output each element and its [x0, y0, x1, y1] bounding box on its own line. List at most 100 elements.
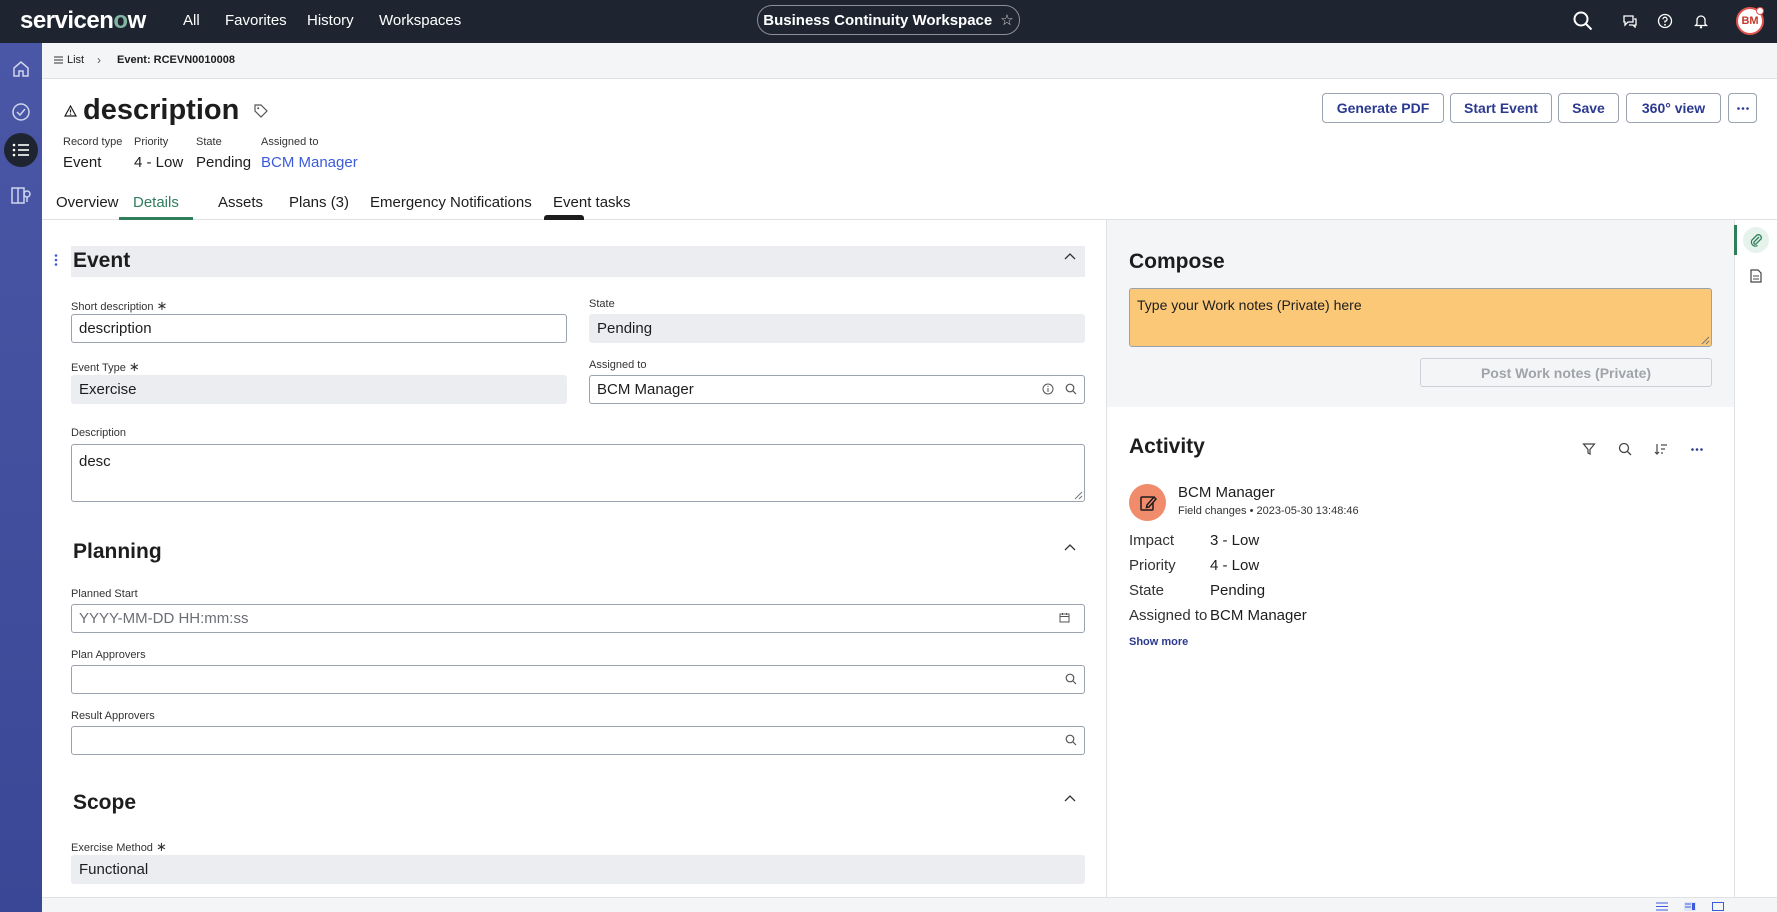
warning-icon [64, 104, 77, 117]
breadcrumb: List › Event: RCEVN0010008 [42, 43, 1777, 79]
layout-list-icon[interactable] [1656, 902, 1668, 911]
more-icon[interactable] [1686, 438, 1708, 460]
search-icon[interactable] [1571, 9, 1595, 33]
view-360-button[interactable]: 360° view [1626, 93, 1721, 123]
check-circle-icon[interactable] [7, 98, 35, 126]
planned-start-field[interactable]: YYYY-MM-DD HH:mm:ss [71, 604, 1085, 633]
meta-label: Assigned to [261, 136, 319, 148]
state-label: State [589, 298, 615, 310]
layout-split-icon[interactable] [1684, 902, 1696, 911]
work-notes-input[interactable]: Type your Work notes (Private) here [1129, 288, 1712, 347]
servicenow-logo[interactable]: servicenow [20, 7, 146, 35]
ellipsis-icon [1736, 106, 1749, 110]
nav-workspaces[interactable]: Workspaces [379, 12, 461, 29]
help-icon[interactable] [1653, 9, 1677, 33]
event-type-label: Event Type ∗ [71, 359, 140, 375]
presence-dot [1756, 7, 1764, 15]
chat-icon[interactable] [1618, 9, 1642, 33]
section-title-event: Event [73, 249, 131, 272]
vertical-ellipsis-icon[interactable] [54, 253, 58, 269]
workspace-name: Business Continuity Workspace [763, 11, 993, 29]
meta-priority: Priority 4 - Low [134, 136, 183, 171]
sort-icon[interactable] [1650, 438, 1672, 460]
post-work-notes-button[interactable]: Post Work notes (Private) [1420, 358, 1712, 387]
search-icon[interactable] [1065, 734, 1077, 746]
calendar-icon[interactable] [1059, 612, 1070, 623]
field-placeholder: YYYY-MM-DD HH:mm:ss [79, 610, 249, 627]
more-actions-button[interactable] [1728, 93, 1757, 123]
user-avatar[interactable]: BM [1736, 7, 1764, 35]
planning-section-header[interactable]: Planning [71, 537, 1085, 568]
meta-value: Pending [196, 154, 252, 171]
short-description-label: Short description ∗ [71, 298, 167, 314]
tab-assets[interactable]: Assets [218, 194, 263, 217]
nav-all[interactable]: All [183, 12, 200, 29]
change-field: Impact [1129, 532, 1175, 549]
meta-label: Priority [134, 136, 169, 148]
generate-pdf-button[interactable]: Generate PDF [1322, 93, 1444, 123]
search-icon[interactable] [1065, 383, 1077, 395]
change-value: BCM Manager [1210, 607, 1307, 624]
section-title-scope: Scope [73, 791, 137, 814]
tab-details[interactable]: Details [119, 194, 193, 220]
nav-history[interactable]: History [307, 12, 354, 29]
home-icon[interactable] [7, 55, 35, 83]
tab-plans[interactable]: Plans (3) [289, 194, 349, 217]
record-title-row: description [64, 94, 269, 127]
scope-section-header[interactable]: Scope [71, 788, 1085, 819]
map-icon[interactable] [7, 181, 35, 209]
workspace-pill[interactable]: Business Continuity Workspace ☆ [757, 5, 1020, 35]
chevron-up-icon[interactable] [1063, 543, 1077, 553]
meta-value: 4 - Low [134, 154, 184, 171]
nav-favorites[interactable]: Favorites [225, 12, 287, 29]
chevron-up-icon[interactable] [1063, 252, 1077, 262]
left-rail [0, 43, 42, 912]
bell-icon[interactable] [1689, 9, 1713, 33]
resize-handle-icon[interactable] [1701, 336, 1710, 345]
state-field: Pending [589, 314, 1085, 343]
record-tabs: Overview Details Assets Plans (3) Emerge… [42, 190, 1777, 220]
search-icon[interactable] [1065, 673, 1077, 685]
list-icon[interactable] [4, 133, 38, 167]
required-asterisk-icon: ∗ [156, 298, 168, 313]
meta-record-type: Record type Event [63, 136, 122, 171]
top-navigation-bar: servicenow All Favorites History Workspa… [0, 0, 1777, 43]
change-field: State [1129, 582, 1165, 599]
assigned-to-field[interactable]: BCM Manager [589, 375, 1085, 404]
filter-icon[interactable] [1578, 438, 1600, 460]
side-strip-active-indicator [1734, 225, 1737, 255]
chevron-up-icon[interactable] [1063, 794, 1077, 804]
event-type-field: Exercise [71, 375, 567, 404]
breadcrumb-list-link[interactable]: List [54, 54, 84, 66]
star-icon[interactable]: ☆ [1000, 11, 1013, 29]
change-value: 3 - Low [1210, 532, 1260, 549]
document-icon[interactable] [1743, 263, 1769, 289]
tag-icon[interactable] [253, 103, 269, 119]
change-field: Priority [1129, 557, 1176, 574]
start-event-button[interactable]: Start Event [1450, 93, 1552, 123]
change-value: Pending [1210, 582, 1266, 599]
assigned-to-link[interactable]: BCM Manager [261, 154, 358, 171]
tab-emergency-notifications[interactable]: Emergency Notifications [370, 194, 532, 217]
save-button[interactable]: Save [1558, 93, 1619, 123]
event-section-header[interactable]: Event [71, 246, 1085, 277]
result-approvers-field[interactable] [71, 726, 1085, 755]
layout-full-icon[interactable] [1712, 902, 1724, 911]
info-icon[interactable] [1042, 383, 1054, 395]
page-title: description [83, 94, 240, 126]
edit-icon [1139, 495, 1157, 511]
plan-approvers-label: Plan Approvers [71, 649, 146, 661]
description-textarea[interactable]: desc [71, 444, 1085, 502]
show-more-link[interactable]: Show more [1129, 636, 1188, 648]
plan-approvers-field[interactable] [71, 665, 1085, 694]
resize-handle-icon[interactable] [1074, 491, 1083, 500]
tab-event-tasks[interactable]: Event tasks [553, 194, 631, 217]
meta-assigned-to: Assigned to BCM Manager [261, 136, 358, 171]
activity-kind: Field changes [1178, 505, 1247, 517]
search-icon[interactable] [1614, 438, 1636, 460]
field-value: description [79, 320, 152, 337]
compose-title: Compose [1129, 250, 1225, 273]
tab-overview[interactable]: Overview [56, 194, 119, 217]
paperclip-icon[interactable] [1743, 227, 1769, 253]
short-description-field[interactable]: description [71, 314, 567, 343]
